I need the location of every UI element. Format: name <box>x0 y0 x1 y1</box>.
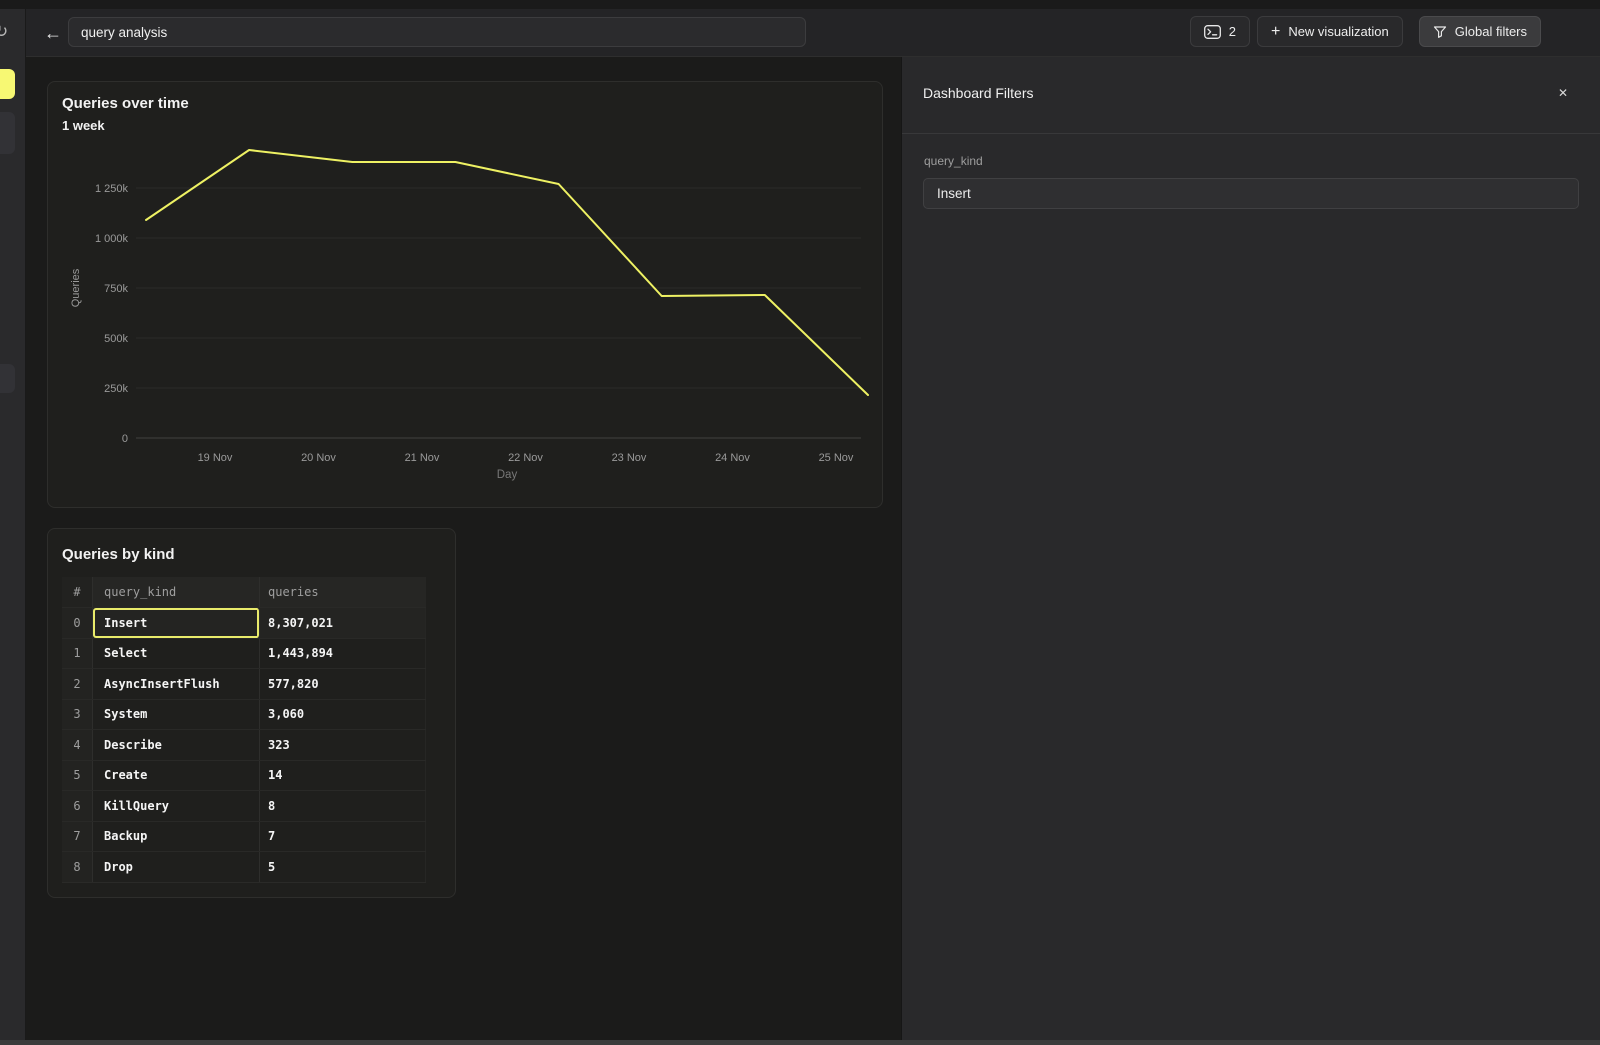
table-title: Queries by kind <box>62 546 175 563</box>
query-kind-cell[interactable]: Describe <box>93 730 260 760</box>
row-index-cell: 8 <box>62 852 93 882</box>
query-kind-cell[interactable]: System <box>93 700 260 730</box>
y-axis-tick-label: 500k <box>104 333 128 345</box>
row-index-cell: 0 <box>62 608 93 638</box>
row-index-cell: 3 <box>62 700 93 730</box>
y-axis-tick-label: 750k <box>104 283 128 295</box>
close-icon[interactable]: ✕ <box>1554 84 1572 102</box>
queries-count-cell[interactable]: 8 <box>260 791 426 821</box>
x-axis-tick-label: 21 Nov <box>405 452 440 464</box>
table-row: 7Backup7 <box>62 821 426 852</box>
chart-panel-queries-over-time: 1 250k 1 000k 750k 500k 250k 0 19 Nov 20 Nov 21 … <box>47 81 883 508</box>
chart-title: Queries over time <box>62 95 189 112</box>
column-header-query_kind: query_kind <box>93 577 260 607</box>
console-count: 2 <box>1229 24 1236 39</box>
x-axis-tick-label: 19 Nov <box>198 452 233 464</box>
sidebar-item[interactable] <box>0 112 15 154</box>
column-header-queries: queries <box>260 577 426 607</box>
y-axis-tick-label: 1 250k <box>95 183 129 195</box>
query-kind-cell[interactable]: Insert <box>93 608 260 638</box>
sidebar-item-active[interactable] <box>0 69 15 99</box>
row-index-cell: 1 <box>62 639 93 669</box>
filters-panel-title: Dashboard Filters <box>923 85 1034 101</box>
dashboard-title-input[interactable] <box>68 17 806 47</box>
plus-icon: + <box>1271 24 1280 40</box>
query-kind-cell[interactable]: Create <box>93 761 260 791</box>
queries-count-cell[interactable]: 1,443,894 <box>260 639 426 669</box>
chart-subtitle: 1 week <box>62 118 105 133</box>
table-row: 0Insert8,307,021 <box>62 607 426 638</box>
filters-panel-divider <box>902 133 1600 134</box>
row-index-cell: 5 <box>62 761 93 791</box>
table-row: 6KillQuery8 <box>62 790 426 821</box>
query-kind-cell[interactable]: KillQuery <box>93 791 260 821</box>
window-bottom-strip <box>0 1040 1600 1045</box>
queries-count-cell[interactable]: 8,307,021 <box>260 608 426 638</box>
queries-series-line <box>146 150 868 395</box>
y-axis-title: Queries <box>70 268 82 307</box>
funnel-icon <box>1433 25 1447 39</box>
console-icon <box>1204 25 1221 39</box>
sql-console-button[interactable]: 2 <box>1190 16 1250 47</box>
back-button[interactable]: ← <box>40 20 66 46</box>
table-row: 3System3,060 <box>62 699 426 730</box>
topbar: ← 2 + New visualization Global filters <box>26 9 1600 57</box>
x-axis-tick-label: 20 Nov <box>301 452 336 464</box>
queries-count-cell[interactable]: 14 <box>260 761 426 791</box>
table-header-row: #query_kindqueries <box>62 577 426 607</box>
topbar-buttons: 2 + New visualization Global filters <box>1190 16 1541 47</box>
x-axis-title: Day <box>497 469 518 481</box>
refresh-icon[interactable]: ↻ <box>0 22 8 42</box>
new-visualization-button[interactable]: + New visualization <box>1257 16 1403 47</box>
x-axis-tick-label: 22 Nov <box>508 452 543 464</box>
dashboard-canvas: 1 250k1 000k750k500k250k019 Nov20 Nov21 … <box>26 57 901 1040</box>
queries-count-cell[interactable]: 323 <box>260 730 426 760</box>
y-axis-tick-label: 1 000k <box>95 233 129 245</box>
window-top-strip <box>0 0 1600 9</box>
query-kind-cell[interactable]: Backup <box>93 822 260 852</box>
queries-count-cell[interactable]: 3,060 <box>260 700 426 730</box>
table-row: 8Drop5 <box>62 851 426 882</box>
sidebar-item[interactable] <box>0 364 15 393</box>
queries-count-cell[interactable]: 577,820 <box>260 669 426 699</box>
column-header-index: # <box>62 577 93 607</box>
row-index-cell: 6 <box>62 791 93 821</box>
query-kind-cell[interactable]: Select <box>93 639 260 669</box>
table-row: 5Create14 <box>62 760 426 791</box>
table-panel-queries-by-kind: Queries by kind #query_kindqueries0Inser… <box>47 528 456 898</box>
y-axis-tick-label: 0 <box>122 433 128 445</box>
row-index-cell: 2 <box>62 669 93 699</box>
y-axis-tick-label: 250k <box>104 383 128 395</box>
global-filters-button[interactable]: Global filters <box>1419 16 1541 47</box>
x-axis-tick-label: 23 Nov <box>612 452 647 464</box>
row-index-cell: 4 <box>62 730 93 760</box>
filter-field-label: query_kind <box>924 154 983 168</box>
x-axis-tick-label: 24 Nov <box>715 452 750 464</box>
query-kind-cell[interactable]: AsyncInsertFlush <box>93 669 260 699</box>
queries-count-cell[interactable]: 5 <box>260 852 426 882</box>
table-row: 4Describe323 <box>62 729 426 760</box>
table-row: 2AsyncInsertFlush577,820 <box>62 668 426 699</box>
queries-over-time-line-chart: 1 250k 1 000k 750k 500k 250k 0 19 Nov 20 Nov 21 … <box>48 82 882 507</box>
table-row: 1Select1,443,894 <box>62 638 426 669</box>
queries-by-kind-table: #query_kindqueries0Insert8,307,0211Selec… <box>62 577 426 883</box>
query-kind-cell[interactable]: Drop <box>93 852 260 882</box>
queries-count-cell[interactable]: 7 <box>260 822 426 852</box>
x-axis-tick-label: 25 Nov <box>819 452 854 464</box>
dashboard-filters-panel: Dashboard Filters ✕ query_kind <box>901 57 1600 1040</box>
row-index-cell: 7 <box>62 822 93 852</box>
left-sidebar: ↻ <box>0 9 26 1040</box>
query-kind-filter-input[interactable] <box>923 178 1579 209</box>
